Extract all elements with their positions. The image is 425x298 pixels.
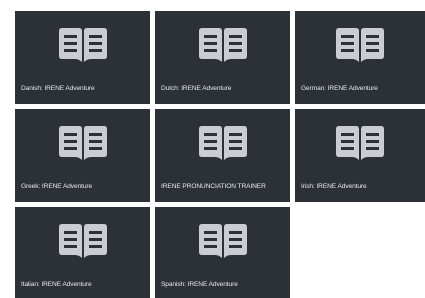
course-title: Danish: IRENE Adventure bbox=[21, 85, 95, 92]
open-book-icon bbox=[57, 125, 109, 161]
course-title: German: IRENE Adventure bbox=[301, 85, 378, 92]
course-title: Italian: IRENE Adventure bbox=[21, 281, 92, 288]
course-tile-german[interactable]: German: IRENE Adventure bbox=[295, 11, 425, 104]
course-tile-irish[interactable]: Irish: IRENE Adventure bbox=[295, 109, 425, 202]
course-title: Irish: IRENE Adventure bbox=[301, 183, 367, 190]
course-title: Dutch: IRENE Adventure bbox=[161, 85, 232, 92]
course-title: IRENE PRONUNCIATION TRAINER bbox=[161, 183, 266, 190]
course-title: Spanish: IRENE Adventure bbox=[161, 281, 238, 288]
course-tile-danish[interactable]: Danish: IRENE Adventure bbox=[15, 11, 150, 104]
open-book-icon bbox=[197, 27, 249, 63]
open-book-icon bbox=[197, 125, 249, 161]
open-book-icon bbox=[197, 223, 249, 259]
course-grid: Danish: IRENE Adventure Dutch: IRENE Adv… bbox=[0, 0, 425, 298]
course-tile-pronunciation-trainer[interactable]: IRENE PRONUNCIATION TRAINER bbox=[155, 109, 290, 202]
course-tile-greek[interactable]: Greek: IRENE Adventure bbox=[15, 109, 150, 202]
open-book-icon bbox=[334, 125, 386, 161]
course-tile-spanish[interactable]: Spanish: IRENE Adventure bbox=[155, 207, 290, 298]
course-title: Greek: IRENE Adventure bbox=[21, 183, 93, 190]
course-tile-italian[interactable]: Italian: IRENE Adventure bbox=[15, 207, 150, 298]
course-tile-dutch[interactable]: Dutch: IRENE Adventure bbox=[155, 11, 290, 104]
open-book-icon bbox=[334, 27, 386, 63]
open-book-icon bbox=[57, 27, 109, 63]
open-book-icon bbox=[57, 223, 109, 259]
